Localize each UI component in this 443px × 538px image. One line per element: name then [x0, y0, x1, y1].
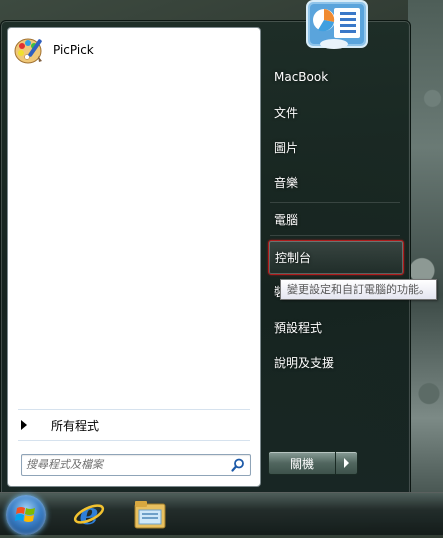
right-item-music[interactable]: 音樂	[268, 167, 404, 197]
start-menu-left-panel: PicPick 所有程式	[7, 27, 261, 487]
pinned-item-label: PicPick	[53, 43, 94, 57]
picpick-palette-icon	[13, 34, 45, 66]
right-item-label: MacBook	[274, 70, 329, 84]
right-item-label: 說明及支援	[274, 355, 335, 370]
right-item-computer[interactable]: 電腦	[268, 204, 404, 234]
right-item-label: 文件	[274, 105, 299, 120]
right-item-label: 控制台	[275, 251, 312, 265]
right-item-documents[interactable]: 文件	[268, 97, 404, 127]
user-account-picture[interactable]	[306, 0, 368, 50]
right-panel-divider	[270, 202, 400, 203]
left-panel-divider	[18, 409, 250, 410]
right-item-label: 圖片	[274, 140, 299, 155]
windows-start-orb-icon[interactable]	[6, 495, 46, 535]
shutdown-button[interactable]: 關機	[268, 451, 336, 475]
search-icon[interactable]	[230, 457, 246, 473]
desktop-wallpaper	[408, 0, 443, 492]
right-item-label: 音樂	[274, 175, 299, 190]
right-item-control-panel[interactable]: 控制台	[268, 240, 404, 275]
right-panel-divider	[270, 235, 400, 236]
shutdown-options-button[interactable]	[335, 451, 358, 475]
internet-explorer-icon[interactable]: e	[72, 497, 106, 532]
control-panel-tooltip: 變更設定和自訂電腦的功能。	[280, 279, 437, 300]
arrow-right-icon	[21, 420, 27, 430]
right-item-label: 預設程式	[274, 320, 323, 335]
pinned-item-picpick[interactable]: PicPick	[11, 32, 257, 68]
shutdown-label: 關機	[289, 456, 314, 471]
right-item-macbook[interactable]: MacBook	[268, 62, 404, 92]
right-item-pictures[interactable]: 圖片	[268, 132, 404, 162]
windows-explorer-folder-icon[interactable]	[133, 498, 167, 530]
right-item-help-support[interactable]: 說明及支援	[268, 347, 404, 377]
arrow-right-icon	[344, 458, 349, 468]
taskbar: e	[0, 492, 443, 535]
right-item-label: 電腦	[274, 212, 299, 227]
svg-text:e: e	[79, 497, 98, 531]
all-programs-button[interactable]: 所有程式	[16, 414, 252, 436]
left-panel-divider	[18, 440, 250, 441]
search-input[interactable]	[26, 456, 216, 472]
all-programs-label: 所有程式	[51, 418, 100, 433]
search-box	[21, 454, 251, 476]
right-item-default-programs[interactable]: 預設程式	[268, 312, 404, 342]
